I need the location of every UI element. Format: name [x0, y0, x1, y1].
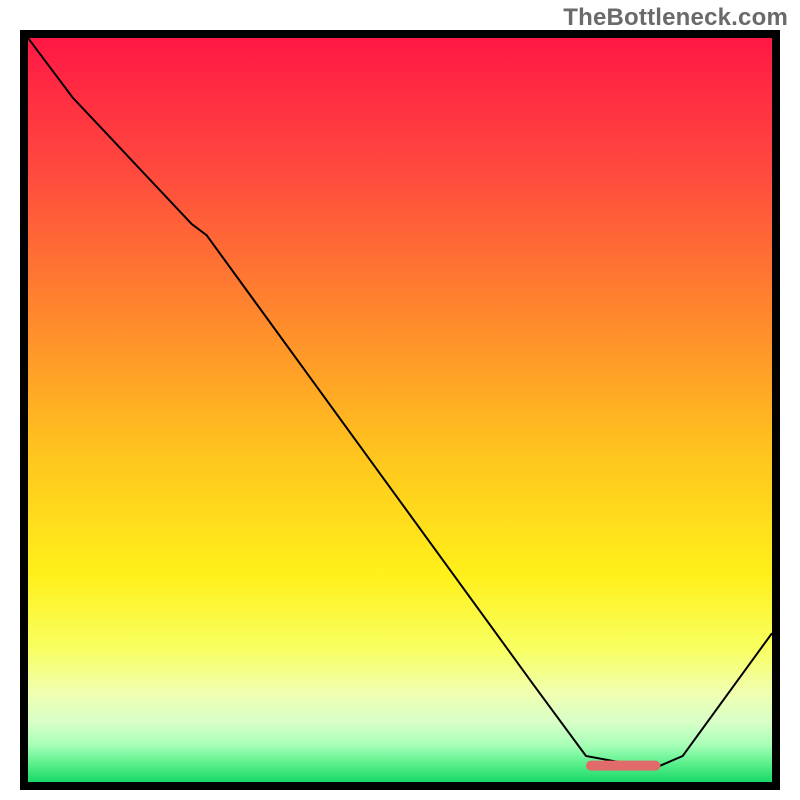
- chart-svg: [28, 38, 772, 782]
- gradient-background: [28, 38, 772, 782]
- optimal-range-marker: [586, 761, 660, 771]
- watermark-text: TheBottleneck.com: [563, 4, 788, 32]
- plot-area: [28, 38, 772, 782]
- chart-frame: TheBottleneck.com: [0, 0, 800, 800]
- plot-border: [20, 30, 780, 790]
